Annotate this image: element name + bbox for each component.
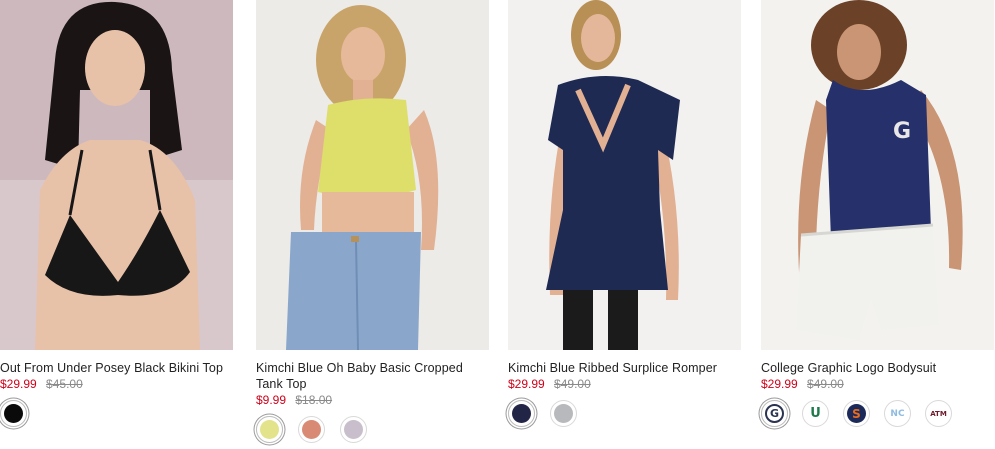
swatch-navy[interactable] <box>508 400 535 427</box>
price-row: $29.99 $49.00 <box>761 377 994 392</box>
price-row: $9.99 $18.00 <box>256 393 489 408</box>
swatch-syracuse-logo-icon[interactable]: S <box>843 400 870 427</box>
color-swatches <box>508 400 741 427</box>
color-swatches <box>256 416 489 443</box>
color-swatches <box>0 400 233 427</box>
swatch-lilac[interactable] <box>340 416 367 443</box>
swatch-grey[interactable] <box>550 400 577 427</box>
swatch-north-carolina-logo-icon[interactable]: NC <box>884 400 911 427</box>
product-title[interactable]: Out From Under Posey Black Bikini Top <box>0 360 233 376</box>
original-price: $49.00 <box>554 377 591 391</box>
product-title[interactable]: Kimchi Blue Ribbed Surplice Romper <box>508 360 741 376</box>
product-image[interactable] <box>0 0 233 350</box>
sale-price: $9.99 <box>256 393 287 407</box>
price-row: $29.99 $49.00 <box>508 377 741 392</box>
sale-price: $29.99 <box>508 377 545 391</box>
swatch-coral[interactable] <box>298 416 325 443</box>
sale-price: $29.99 <box>0 377 37 391</box>
product-image[interactable] <box>256 0 489 350</box>
product-card: Kimchi Blue Ribbed Surplice Romper $29.9… <box>508 0 741 449</box>
swatch-georgetown-logo-icon[interactable]: G <box>761 400 788 427</box>
product-card: G College Graphic Logo Bodysuit $29.99 $… <box>761 0 994 449</box>
swatch-lime[interactable] <box>256 416 283 443</box>
svg-text:G: G <box>893 119 911 144</box>
product-image[interactable]: G <box>761 0 994 350</box>
sale-price: $29.99 <box>761 377 798 391</box>
product-title[interactable]: College Graphic Logo Bodysuit <box>761 360 994 376</box>
swatch-miami-logo-icon[interactable]: U <box>802 400 829 427</box>
product-card: Kimchi Blue Oh Baby Basic Cropped Tank T… <box>256 0 489 449</box>
original-price: $18.00 <box>295 393 333 407</box>
original-price: $45.00 <box>46 377 83 391</box>
product-card: Out From Under Posey Black Bikini Top $2… <box>0 0 233 449</box>
swatch-black[interactable] <box>0 400 27 427</box>
product-title[interactable]: Kimchi Blue Oh Baby Basic Cropped Tank T… <box>256 360 489 392</box>
color-swatches: G U S NC ATM <box>761 400 994 427</box>
price-row: $29.99 $45.00 <box>0 377 233 392</box>
original-price: $49.00 <box>807 377 844 391</box>
product-image[interactable] <box>508 0 741 350</box>
swatch-texas-am-logo-icon[interactable]: ATM <box>925 400 952 427</box>
